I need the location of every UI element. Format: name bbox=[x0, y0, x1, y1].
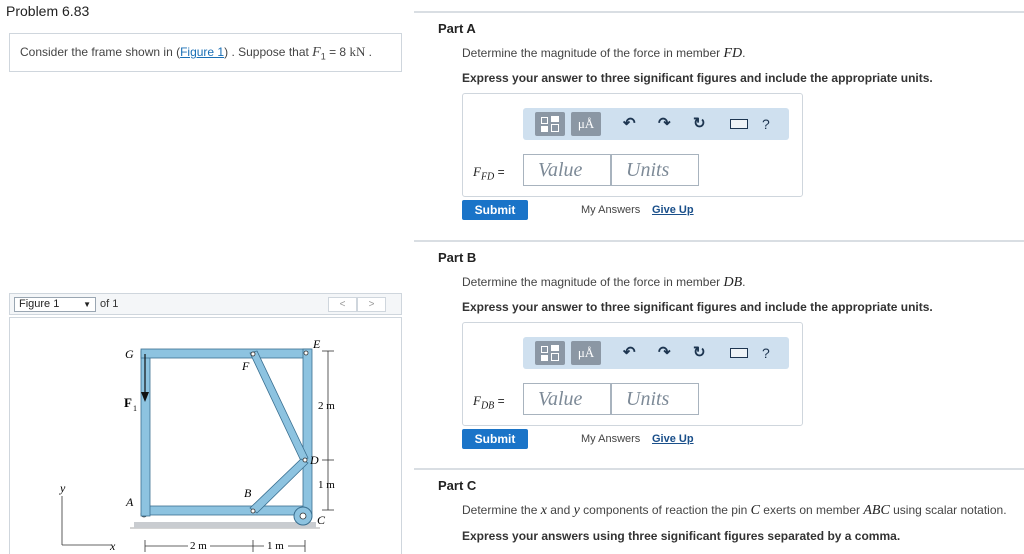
templates-icon[interactable] bbox=[535, 112, 565, 136]
label-g: G bbox=[125, 347, 134, 361]
help-icon[interactable]: ? bbox=[762, 343, 770, 363]
figure-panel: G E F F 1 D A B C x y 2 m 1 m 2 m 1 m bbox=[9, 317, 402, 554]
my-answers-link[interactable]: My Answers bbox=[581, 433, 640, 445]
part-a-question: Determine the magnitude of the force in … bbox=[462, 46, 746, 61]
label-y: y bbox=[59, 481, 66, 495]
chevron-down-icon: ▼ bbox=[83, 300, 91, 309]
equation-toolbar: μÅ ↶ ↷ ↻ ? bbox=[523, 108, 789, 140]
part-b-question: Determine the magnitude of the force in … bbox=[462, 275, 746, 290]
label-a: A bbox=[125, 495, 134, 509]
member-abc bbox=[141, 505, 311, 516]
give-up-link[interactable]: Give Up bbox=[652, 204, 694, 216]
label-f1-sub: 1 bbox=[133, 404, 137, 413]
problem-statement: Consider the frame shown in (Figure 1) .… bbox=[9, 33, 402, 72]
value-input[interactable]: Value bbox=[523, 383, 611, 415]
label-e: E bbox=[312, 337, 321, 351]
units-icon[interactable]: μÅ bbox=[571, 112, 601, 136]
part-b-answer-box: μÅ ↶ ↷ ↻ ? FDB = Value Units bbox=[462, 322, 803, 426]
dim-2m-horizontal: 2 m bbox=[190, 540, 207, 552]
figure-link[interactable]: Figure 1 bbox=[180, 45, 224, 59]
member-ec bbox=[302, 348, 313, 518]
label-f1: F bbox=[124, 395, 132, 410]
dim-2m-vertical: 2 m bbox=[318, 400, 335, 412]
undo-icon[interactable]: ↶ bbox=[623, 343, 636, 363]
units-input[interactable]: Units bbox=[611, 383, 699, 415]
equation-toolbar: μÅ ↶ ↷ ↻ ? bbox=[523, 337, 789, 369]
divider bbox=[414, 468, 1024, 470]
member-fd bbox=[249, 350, 309, 462]
reset-icon[interactable]: ↻ bbox=[693, 343, 706, 363]
part-a-answer-box: μÅ ↶ ↷ ↻ ? FFD = Value Units bbox=[462, 93, 803, 197]
prev-figure-button[interactable]: < bbox=[328, 297, 357, 312]
part-b-instruction: Express your answer to three significant… bbox=[462, 300, 933, 314]
give-up-link[interactable]: Give Up bbox=[652, 433, 694, 445]
divider bbox=[414, 240, 1024, 242]
part-c-question: Determine the x and y components of reac… bbox=[462, 503, 1007, 518]
dim-1m-vertical: 1 m bbox=[318, 479, 335, 491]
next-figure-button[interactable]: > bbox=[357, 297, 386, 312]
my-answers-link[interactable]: My Answers bbox=[581, 204, 640, 216]
label-b: B bbox=[244, 486, 252, 500]
fd-label: FFD = bbox=[473, 164, 505, 183]
submit-button[interactable]: Submit bbox=[462, 429, 528, 449]
reset-icon[interactable]: ↻ bbox=[693, 114, 706, 134]
ground bbox=[134, 522, 316, 528]
problem-title: Problem 6.83 bbox=[6, 3, 90, 19]
label-f: F bbox=[241, 359, 250, 373]
divider bbox=[414, 11, 1024, 13]
undo-icon[interactable]: ↶ bbox=[623, 114, 636, 134]
member-db bbox=[249, 458, 309, 514]
submit-button[interactable]: Submit bbox=[462, 200, 528, 220]
help-icon[interactable]: ? bbox=[762, 114, 770, 134]
part-c-title: Part C bbox=[438, 478, 477, 493]
part-a-instruction: Express your answer to three significant… bbox=[462, 71, 933, 85]
frame-diagram: G E F F 1 D A B C x y 2 m 1 m 2 m 1 m bbox=[59, 337, 335, 553]
member-ge bbox=[140, 348, 312, 359]
dim-1m-horizontal: 1 m bbox=[267, 540, 284, 552]
part-b-title: Part B bbox=[438, 250, 477, 265]
label-x: x bbox=[109, 539, 116, 553]
part-c-instruction: Express your answers using three signifi… bbox=[462, 529, 901, 543]
redo-icon[interactable]: ↷ bbox=[658, 343, 671, 363]
units-input[interactable]: Units bbox=[611, 154, 699, 186]
redo-icon[interactable]: ↷ bbox=[658, 114, 671, 134]
units-icon[interactable]: μÅ bbox=[571, 341, 601, 365]
db-label: FDB = bbox=[473, 393, 505, 412]
templates-icon[interactable] bbox=[535, 341, 565, 365]
part-a-title: Part A bbox=[438, 21, 476, 36]
figure-count: of 1 bbox=[100, 298, 119, 310]
value-input[interactable]: Value bbox=[523, 154, 611, 186]
label-d: D bbox=[309, 453, 319, 467]
keyboard-icon[interactable] bbox=[730, 119, 748, 129]
label-c: C bbox=[317, 513, 326, 527]
keyboard-icon[interactable] bbox=[730, 348, 748, 358]
figure-navigation: Figure 1 ▼ of 1 < > bbox=[9, 293, 402, 315]
figure-select[interactable]: Figure 1 ▼ bbox=[14, 297, 96, 312]
